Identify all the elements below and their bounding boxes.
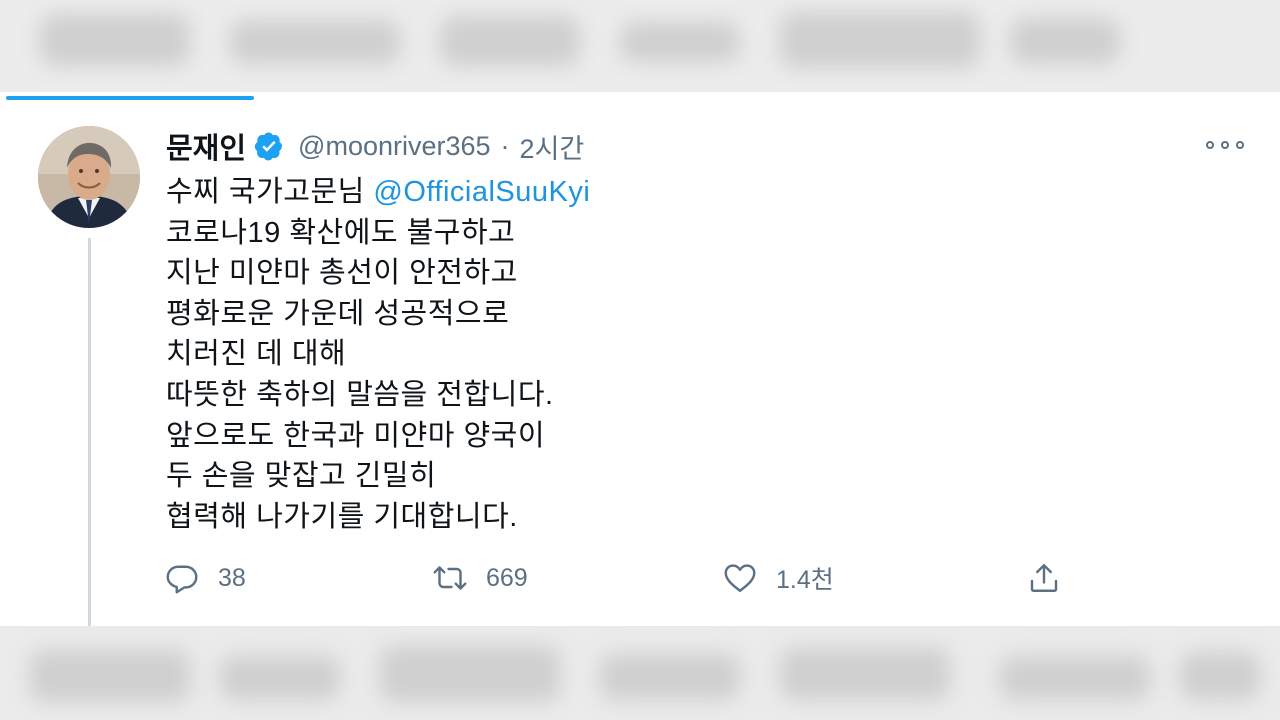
- retweet-button[interactable]: 669: [432, 556, 528, 600]
- retweet-count: 669: [486, 563, 528, 592]
- like-count: 1.4천: [776, 566, 834, 594]
- share-icon: [1030, 564, 1058, 592]
- tweet-line: 앞으로도 한국과 미얀마 양국이: [166, 419, 546, 452]
- mention-link[interactable]: @OfficialSuuKyi: [373, 176, 590, 208]
- like-button[interactable]: 1.4천: [722, 556, 834, 600]
- tweet-line: 평화로운 가운데 성공적으로: [166, 297, 510, 330]
- tweet-line: 치러진 데 대해: [166, 338, 347, 371]
- tweet-card[interactable]: 문재인 @moonriver365 · 2시간 수찌 국가고문님 @Offici…: [0, 92, 1280, 626]
- heart-icon: [724, 564, 756, 592]
- tweet-header: 문재인 @moonriver365 · 2시간: [166, 126, 584, 166]
- more-horizontal-icon[interactable]: [1206, 138, 1244, 152]
- tweet-timestamp[interactable]: 2시간: [520, 127, 585, 166]
- reply-icon: [166, 565, 198, 594]
- reply-count: 38: [218, 563, 246, 592]
- header-separator: ·: [500, 130, 510, 161]
- active-tab-indicator: [6, 96, 254, 100]
- tweet-line: 코로나19 확산에도 불구하고: [166, 216, 516, 249]
- tweet-line: 따뜻한 축하의 말씀을 전합니다.: [166, 378, 554, 411]
- tweet-line: 협력해 나가기를 기대합니다.: [166, 500, 518, 533]
- tweet-actions: 38 669 1.4천: [0, 556, 1280, 600]
- retweet-icon: [433, 566, 467, 590]
- tweet-line: 두 손을 맞잡고 긴밀히: [166, 460, 437, 493]
- avatar[interactable]: [38, 126, 140, 228]
- share-button[interactable]: [1026, 556, 1062, 600]
- author-handle[interactable]: @moonriver365: [298, 131, 491, 162]
- reply-button[interactable]: 38: [164, 556, 246, 600]
- author-name[interactable]: 문재인: [166, 125, 246, 167]
- tweet-line: 지난 미얀마 총선이 안전하고: [166, 257, 518, 290]
- blurred-background-bottom: [0, 626, 1280, 720]
- blurred-background-top: [0, 0, 1280, 92]
- tweet-line: 수찌 국가고문님 @OfficialSuuKyi: [166, 176, 591, 208]
- tweet-text: 수찌 국가고문님 @OfficialSuuKyi 코로나19 확산에도 불구하고…: [166, 172, 1166, 537]
- verified-badge-icon: [254, 131, 284, 161]
